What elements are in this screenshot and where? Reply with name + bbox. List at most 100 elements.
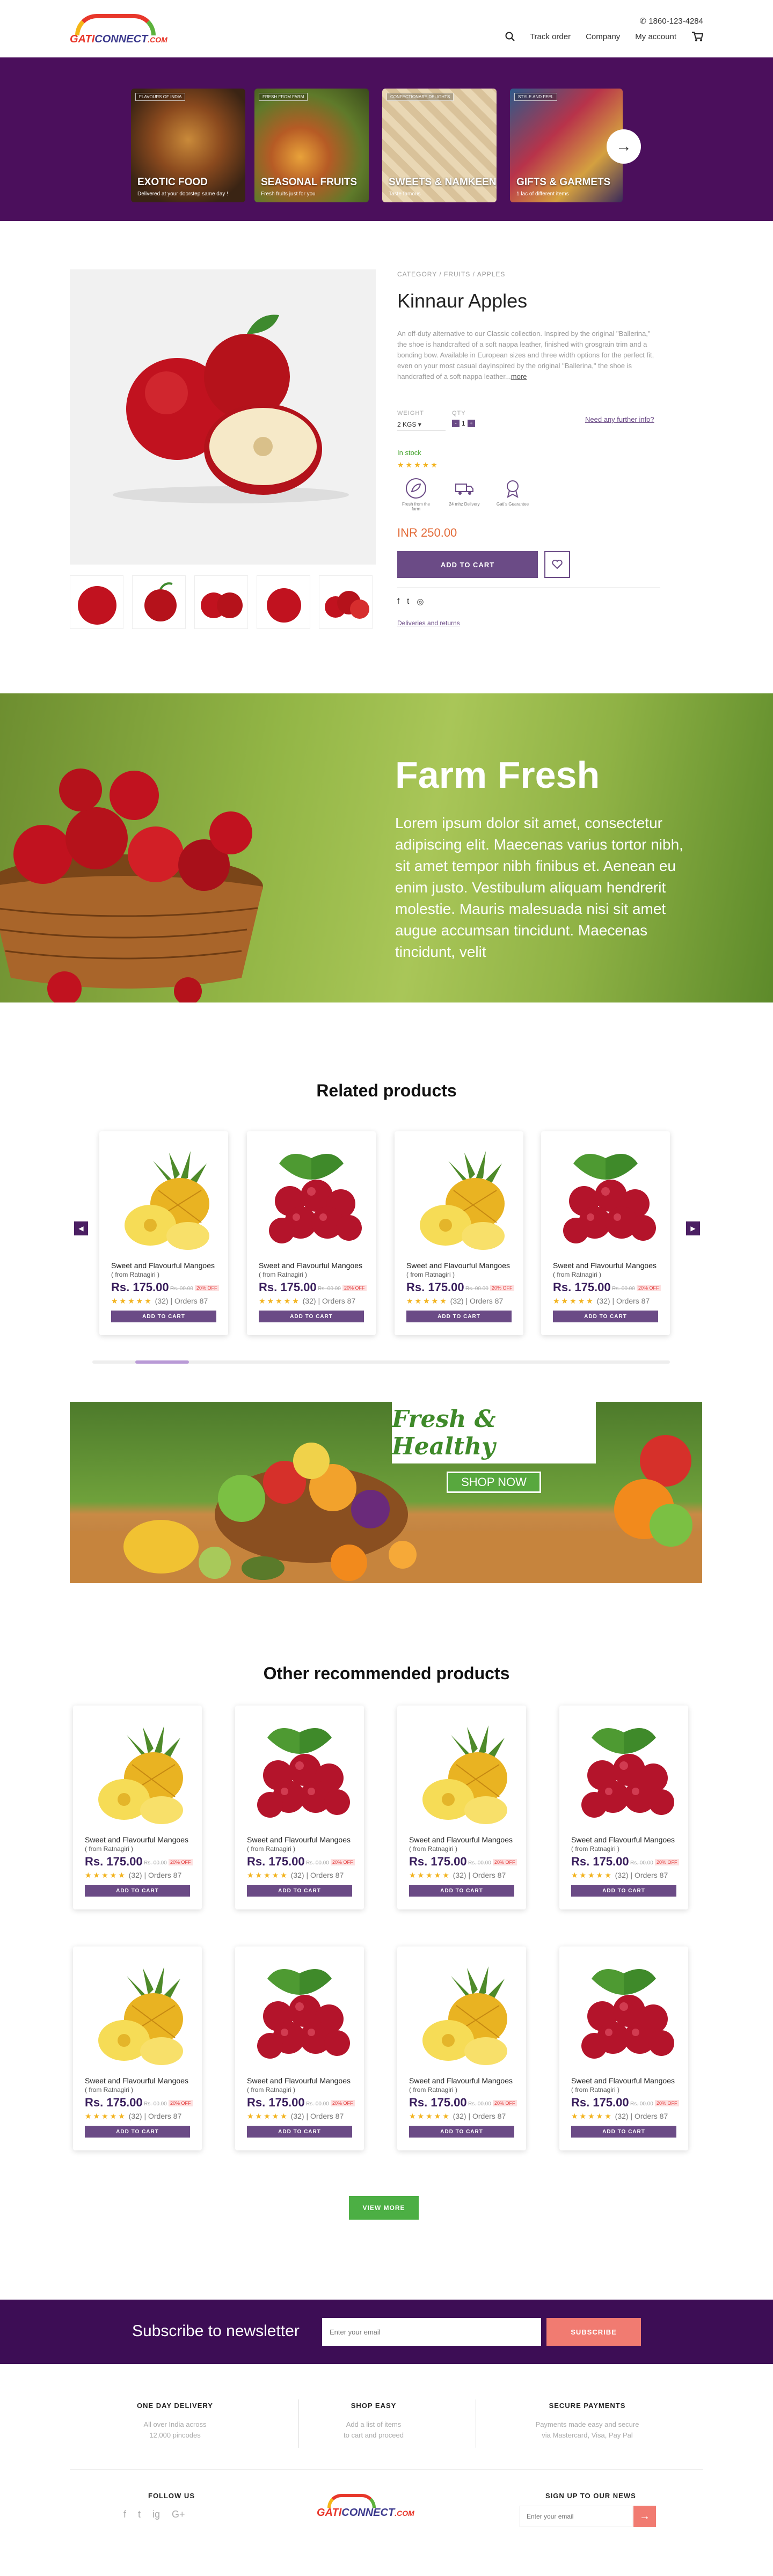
review-count: (32): [290, 2112, 304, 2120]
instagram-icon[interactable]: ◎: [417, 597, 424, 606]
more-link[interactable]: more: [511, 372, 527, 380]
product-name: Sweet and Flavourful Mangoes: [553, 1261, 657, 1270]
product-thumbnail[interactable]: [132, 575, 186, 629]
product-card[interactable]: Sweet and Flavourful Mangoes( from Ratna…: [397, 1946, 526, 2150]
twitter-icon[interactable]: t: [407, 597, 409, 606]
category-card[interactable]: Style and feel GIFTS & GARMETS 1 lac of …: [510, 89, 623, 202]
discount-badge: 20% OFF: [342, 1285, 367, 1291]
scrollbar-thumb[interactable]: [135, 1360, 189, 1364]
product-card[interactable]: Sweet and Flavourful Mangoes( from Ratna…: [247, 1131, 376, 1335]
shop-now-button[interactable]: SHOP NOW: [447, 1472, 541, 1493]
footer-submit-button[interactable]: →: [633, 2506, 656, 2527]
plus-icon[interactable]: +: [467, 420, 475, 427]
footer-email-input[interactable]: [520, 2506, 632, 2527]
carousel-next-icon[interactable]: ▶: [686, 1221, 700, 1235]
footer-logo[interactable]: GATICONNECT.COM: [317, 2493, 446, 2530]
nav-track-order[interactable]: Track order: [530, 32, 571, 41]
product-thumbnail[interactable]: [194, 575, 248, 629]
add-to-cart-button[interactable]: ADD TO CART: [409, 1885, 514, 1897]
add-to-cart-button[interactable]: ADD TO CART: [111, 1311, 216, 1322]
product-rating: ★★★★★ (32) | Orders 87: [247, 1871, 344, 1879]
product-card[interactable]: Sweet and Flavourful Mangoes( from Ratna…: [73, 1946, 202, 2150]
weight-select[interactable]: 2 KGS ▾: [397, 421, 446, 431]
minus-icon[interactable]: -: [452, 420, 460, 427]
footer-feature-text: Add a list of items to cart and proceed: [304, 2419, 443, 2441]
qty-label: QTY: [452, 410, 466, 416]
cart-icon[interactable]: [691, 31, 703, 42]
add-to-cart-button[interactable]: ADD TO CART: [409, 2126, 514, 2138]
product-seller: ( from Ratnagiri ): [571, 2086, 620, 2094]
category-card[interactable]: Confectionary delights SWEETS & NAMKEEN …: [382, 89, 497, 202]
product-card[interactable]: Sweet and Flavourful Mangoes( from Ratna…: [559, 1706, 688, 1909]
carousel-prev-icon[interactable]: ◀: [74, 1221, 88, 1235]
product-thumbnail[interactable]: [319, 575, 373, 629]
footer-feature-text: Payments made easy and secure via Masterc…: [517, 2419, 657, 2441]
category-card[interactable]: Fresh from farm SEASONAL FRUITS Fresh fr…: [254, 89, 369, 202]
footer-line: All over India across: [143, 2420, 207, 2428]
review-count: (32): [453, 2112, 466, 2120]
delivery-returns-link[interactable]: Deliveries and returns: [397, 619, 460, 627]
order-count: Orders 87: [472, 1871, 506, 1879]
quantity-stepper[interactable]: - 1 +: [452, 420, 475, 427]
footer-feature-title: SHOP EASY: [351, 2402, 397, 2410]
product-card[interactable]: Sweet and Flavourful Mangoes( from Ratna…: [395, 1131, 523, 1335]
add-to-cart-button[interactable]: ADD TO CART: [571, 2126, 676, 2138]
site-logo[interactable]: GATICONNECT.COM: [70, 12, 199, 48]
share-icons: f t ◎: [397, 597, 424, 606]
nav-my-account[interactable]: My account: [635, 32, 676, 41]
facebook-icon[interactable]: f: [123, 2509, 126, 2520]
product-card[interactable]: Sweet and Flavourful Mangoes( from Ratna…: [99, 1131, 228, 1335]
recommended-title: Other recommended products: [263, 1664, 510, 1683]
product-rating: ★★★★★ (32) | Orders 87: [571, 1871, 668, 1879]
rating-stars: ★★★★★: [397, 460, 439, 469]
product-name: Sweet and Flavourful Mangoes: [111, 1261, 215, 1270]
product-card[interactable]: Sweet and Flavourful Mangoes( from Ratna…: [541, 1131, 670, 1335]
newsletter-email-input[interactable]: [322, 2318, 541, 2346]
product-rating: ★★★★★ (32) | Orders 87: [553, 1297, 650, 1305]
product-seller: ( from Ratnagiri ): [85, 2086, 134, 2094]
product-card[interactable]: Sweet and Flavourful Mangoes( from Ratna…: [73, 1706, 202, 1909]
leaf-icon: [406, 478, 426, 499]
product-card[interactable]: Sweet and Flavourful Mangoes( from Ratna…: [397, 1706, 526, 1909]
product-thumbnail[interactable]: [257, 575, 310, 629]
pineapple-image: [408, 1957, 515, 2070]
product-seller: ( from Ratnagiri ): [409, 1845, 458, 1853]
product-card[interactable]: Sweet and Flavourful Mangoes( from Ratna…: [235, 1706, 364, 1909]
carousel-scrollbar[interactable]: [92, 1360, 670, 1364]
wishlist-button[interactable]: [544, 551, 570, 578]
category-next-arrow-icon[interactable]: →: [607, 129, 641, 164]
add-to-cart-button[interactable]: ADD TO CART: [259, 1311, 364, 1322]
breadcrumb[interactable]: CATEGORY / FRUITS / APPLES: [397, 270, 505, 278]
product-old-price: Rs. 00.00: [144, 2101, 167, 2107]
add-to-cart-button[interactable]: ADD TO CART: [553, 1311, 658, 1322]
product-price: Rs. 175.00: [409, 1855, 467, 1868]
weight-value: 2 KGS: [397, 421, 417, 428]
instagram-icon[interactable]: ig: [152, 2509, 160, 2520]
product-card[interactable]: Sweet and Flavourful Mangoes( from Ratna…: [559, 1946, 688, 2150]
add-to-cart-button[interactable]: ADD TO CART: [406, 1311, 512, 1322]
nav-company[interactable]: Company: [586, 32, 620, 41]
facebook-icon[interactable]: f: [397, 597, 399, 606]
add-to-cart-button[interactable]: ADD TO CART: [247, 1885, 352, 1897]
product-rating: ★★★★★ (32) | Orders 87: [85, 2112, 182, 2120]
subscribe-button[interactable]: SUBSCRIBE: [546, 2318, 641, 2346]
help-link[interactable]: Need any further info?: [585, 415, 654, 423]
farm-fresh-banner: Farm Fresh Lorem ipsum dolor sit amet, c…: [0, 693, 773, 1002]
product-thumbnail[interactable]: [70, 575, 123, 629]
promo-title: Fresh & Healthy: [392, 1405, 496, 1460]
add-to-cart-button[interactable]: ADD TO CART: [397, 551, 538, 578]
logo-rainbow-icon: [75, 14, 156, 35]
add-to-cart-button[interactable]: ADD TO CART: [85, 1885, 190, 1897]
add-to-cart-button[interactable]: ADD TO CART: [247, 2126, 352, 2138]
google-plus-icon[interactable]: G+: [172, 2509, 185, 2520]
category-card[interactable]: Flavours of India EXOTIC FOOD Delivered …: [131, 89, 245, 202]
add-to-cart-button[interactable]: ADD TO CART: [571, 1885, 676, 1897]
footer-divider: [298, 2399, 299, 2448]
product-card[interactable]: Sweet and Flavourful Mangoes( from Ratna…: [235, 1946, 364, 2150]
search-icon[interactable]: [505, 32, 515, 41]
cherry-image: [258, 1142, 365, 1255]
add-to-cart-button[interactable]: ADD TO CART: [85, 2126, 190, 2138]
product-name: Sweet and Flavourful Mangoes: [571, 1835, 675, 1844]
view-more-button[interactable]: VIEW MORE: [349, 2196, 419, 2220]
twitter-icon[interactable]: t: [138, 2509, 141, 2520]
